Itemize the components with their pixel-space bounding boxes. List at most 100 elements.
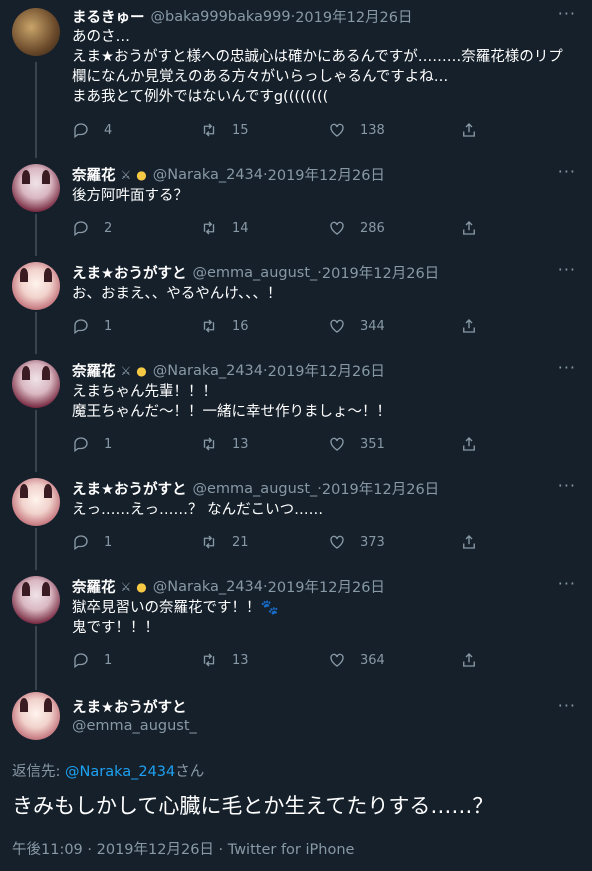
share-button[interactable] (460, 317, 492, 335)
like-count: 344 (360, 318, 385, 334)
share-button[interactable] (460, 435, 492, 453)
main-tweet-text: きみもしかして心臓に毛とか生えてたりする……？ (12, 794, 494, 818)
more-options-icon[interactable]: ··· (558, 162, 576, 181)
tweet-text-line: 鬼です！！！ (72, 620, 159, 636)
handle[interactable]: @Naraka_2434 (153, 579, 263, 595)
tweet-text: 獄卒見習いの奈羅花です！！🐾 鬼です！！！ (72, 598, 572, 638)
reply-button[interactable]: 4 (72, 121, 200, 139)
reply-button[interactable]: 1 (72, 435, 200, 453)
reply-count: 1 (104, 436, 113, 452)
like-button[interactable]: 373 (328, 533, 456, 551)
display-name[interactable]: まるきゅー (72, 6, 145, 27)
like-button[interactable]: 344 (328, 317, 456, 335)
share-button[interactable] (460, 219, 492, 237)
reply-icon (74, 535, 88, 551)
avatar[interactable] (12, 164, 60, 212)
avatar[interactable] (12, 262, 60, 310)
display-name[interactable]: えま★おうがすと (72, 478, 187, 499)
heart-icon (330, 653, 344, 667)
reply-button[interactable]: 1 (72, 317, 200, 335)
sword-icon: ⚔ (120, 167, 132, 182)
tweet-text-line: 後方阿吽面する？ (72, 188, 188, 204)
sword-icon: ⚔ (120, 363, 132, 378)
like-count: 364 (360, 652, 385, 668)
handle[interactable]: @emma_august_ (72, 718, 197, 734)
tweet-text: えっ……えっ……？ なんだこいつ…… (72, 500, 572, 520)
avatar[interactable] (12, 576, 60, 624)
more-options-icon[interactable]: ··· (558, 358, 576, 377)
display-name[interactable]: 奈羅花 (72, 576, 116, 597)
retweet-count: 13 (232, 652, 249, 668)
tweet[interactable]: 奈羅花 ⚔ ● @Naraka_2434 · 2019年12月26日 ··· え… (0, 356, 592, 466)
reply-button[interactable]: 1 (72, 651, 200, 669)
tweet-date[interactable]: 2019年12月26日 (295, 6, 412, 27)
tweet[interactable]: えま★おうがすと @emma_august_ · 2019年12月26日 ···… (0, 474, 592, 564)
more-options-icon[interactable]: ··· (558, 574, 576, 593)
reply-button[interactable]: 2 (72, 219, 200, 237)
display-name[interactable]: えま★おうがすと (72, 262, 187, 283)
retweet-icon (203, 123, 215, 137)
reply-icon (74, 437, 88, 453)
retweet-button[interactable]: 13 (200, 651, 328, 669)
reply-to-link[interactable]: @Naraka_2434 (65, 764, 175, 780)
handle[interactable]: @emma_august_ (193, 481, 318, 497)
display-name[interactable]: 奈羅花 (72, 164, 116, 185)
like-button[interactable]: 138 (328, 121, 456, 139)
retweet-button[interactable]: 16 (200, 317, 328, 335)
more-options-icon[interactable]: ··· (558, 696, 576, 715)
reply-count: 2 (104, 220, 113, 236)
tweet-actions: 1 13 351 (72, 433, 502, 455)
retweet-button[interactable]: 15 (200, 121, 328, 139)
avatar[interactable] (12, 692, 60, 740)
like-button[interactable]: 286 (328, 219, 456, 237)
tweet[interactable]: まるきゅー @baka999baka999 · 2019年12月26日 ··· … (0, 0, 592, 152)
tweet-actions: 1 21 373 (72, 531, 502, 553)
retweet-icon (203, 653, 215, 667)
share-button[interactable] (460, 533, 492, 551)
display-name[interactable]: えま★おうがすと (72, 696, 187, 717)
tweet-header: 奈羅花 ⚔ ● @Naraka_2434 · 2019年12月26日 (72, 164, 552, 185)
retweet-count: 21 (232, 534, 249, 550)
tweet-date[interactable]: 2019年12月26日 (322, 478, 439, 499)
share-button[interactable] (460, 651, 492, 669)
more-options-icon[interactable]: ··· (558, 476, 576, 495)
share-button[interactable] (460, 121, 492, 139)
tweet-timestamp[interactable]: 午後11:09 · 2019年12月26日 · Twitter for iPho… (12, 838, 354, 859)
tweet-date[interactable]: 2019年12月26日 (268, 164, 385, 185)
tweet[interactable]: 奈羅花 ⚔ ● @Naraka_2434 · 2019年12月26日 ··· 獄… (0, 572, 592, 682)
avatar[interactable] (12, 478, 60, 526)
retweet-button[interactable]: 14 (200, 219, 328, 237)
like-button[interactable]: 351 (328, 435, 456, 453)
handle[interactable]: @emma_august_ (193, 265, 318, 281)
like-count: 286 (360, 220, 385, 236)
more-options-icon[interactable]: ··· (558, 4, 576, 23)
handle[interactable]: @baka999baka999 (151, 9, 291, 25)
reply-icon (74, 221, 88, 237)
retweet-button[interactable]: 21 (200, 533, 328, 551)
handle[interactable]: @Naraka_2434 (153, 363, 263, 379)
main-tweet: えま★おうがすと @emma_august_ ··· 返信先: @Naraka_… (0, 688, 592, 871)
like-count: 373 (360, 534, 385, 550)
retweet-count: 14 (232, 220, 249, 236)
handle[interactable]: @Naraka_2434 (153, 167, 263, 183)
retweet-button[interactable]: 13 (200, 435, 328, 453)
tweet-date[interactable]: 2019年12月26日 (268, 576, 385, 597)
tweet-text: あのさ… えま★おうがすと様への忠誠心は確かにあるんですが………奈羅花様のリプ … (72, 27, 572, 107)
more-options-icon[interactable]: ··· (558, 260, 576, 279)
reply-button[interactable]: 1 (72, 533, 200, 551)
avatar[interactable] (12, 360, 60, 408)
egg-icon: ● (136, 167, 147, 182)
heart-icon (330, 221, 344, 235)
tweet-text: お、おまえ、、やるやんけ、、、！ (72, 284, 572, 304)
tweet-text: 後方阿吽面する？ (72, 186, 572, 206)
display-name[interactable]: 奈羅花 (72, 360, 116, 381)
egg-icon: ● (136, 363, 147, 378)
tweet-date[interactable]: 2019年12月26日 (322, 262, 439, 283)
reply-suffix: さん (175, 764, 205, 780)
tweet[interactable]: 奈羅花 ⚔ ● @Naraka_2434 · 2019年12月26日 ··· 後… (0, 160, 592, 250)
heart-icon (330, 535, 344, 549)
tweet[interactable]: えま★おうがすと @emma_august_ · 2019年12月26日 ···… (0, 258, 592, 348)
like-button[interactable]: 364 (328, 651, 456, 669)
avatar[interactable] (12, 8, 60, 56)
tweet-date[interactable]: 2019年12月26日 (268, 360, 385, 381)
